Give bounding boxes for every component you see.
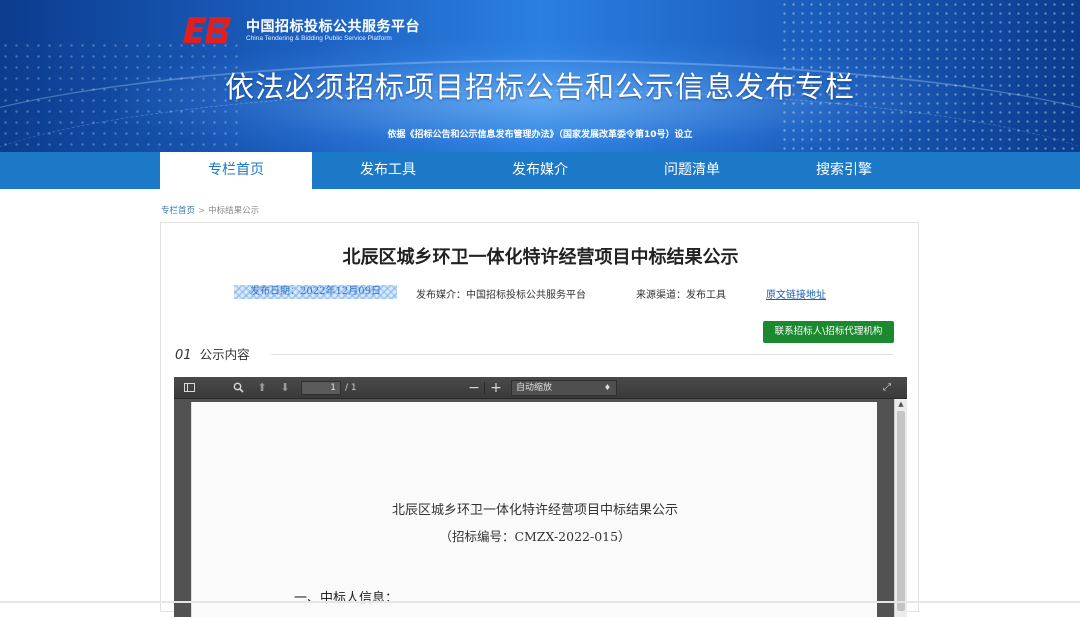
nav-item-publish-media[interactable]: 发布媒介 — [464, 152, 616, 189]
toolbar-divider — [484, 382, 485, 394]
pdf-page-title: 北辰区城乡环卫一体化特许经营项目中标结果公示 — [391, 503, 678, 518]
notice-title: 北辰区城乡环卫一体化特许经营项目中标结果公示 — [342, 247, 739, 268]
original-link[interactable]: 原文链接地址 — [766, 286, 826, 301]
notice-card: 北辰区城乡环卫一体化特许经营项目中标结果公示 发布日期：2022年12月09日 … — [160, 222, 920, 617]
pdf-toolbar: ⬆ ⬇ 1 / 1 − + 自动缩放 ♦ ⤢ — [174, 377, 907, 399]
fullscreen-icon[interactable]: ⤢ — [880, 377, 894, 399]
search-icon[interactable] — [231, 377, 245, 399]
zoom-out-icon[interactable]: − — [467, 377, 481, 399]
source-channel: 来源渠道：发布工具 — [636, 290, 726, 301]
banner-title: 依法必须招标项目招标公告和公示信息发布专栏 — [224, 70, 855, 104]
nav-item-search-engine[interactable]: 搜索引擎 — [768, 152, 920, 189]
banner-subtitle: 依据《招标公告和公示信息发布管理办法》（国家发展改革委令第10号）设立 — [387, 130, 693, 140]
platform-name-cn: 中国招标投标公共服务平台 — [246, 19, 420, 35]
publish-date: 发布日期：2022年12月09日 — [234, 285, 397, 299]
breadcrumb: 专栏首页 > 中标结果公示 — [161, 204, 259, 216]
section-divider — [271, 354, 893, 355]
zoom-select[interactable]: 自动缩放 ♦ — [511, 380, 617, 396]
breadcrumb-separator: > — [198, 206, 206, 216]
breadcrumb-home-link[interactable]: 专栏首页 — [161, 206, 195, 216]
section-label: 公示内容 — [199, 347, 250, 362]
pdf-scrollbar[interactable]: ▲ — [894, 399, 907, 617]
pdf-page-code: （招标编号：CMZX-2022-015） — [439, 529, 631, 544]
chevron-down-icon: ♦ — [603, 383, 611, 392]
section-number: 01 — [175, 348, 192, 363]
publish-media: 发布媒介：中国招标投标公共服务平台 — [416, 290, 586, 301]
platform-logo-icon[interactable] — [183, 14, 235, 46]
sidebar-toggle-icon[interactable] — [182, 377, 196, 399]
pdf-page-area[interactable]: 北辰区城乡环卫一体化特许经营项目中标结果公示 （招标编号：CMZX-2022-0… — [174, 399, 907, 617]
page-number-input[interactable]: 1 — [301, 381, 341, 395]
pdf-viewer: ⬆ ⬇ 1 / 1 − + 自动缩放 ♦ ⤢ 北辰区城乡环卫一体化特许经营项目中… — [174, 377, 907, 617]
zoom-select-value: 自动缩放 — [516, 383, 553, 393]
arrow-up-icon[interactable]: ⬆ — [255, 377, 269, 399]
scroll-up-icon[interactable]: ▲ — [895, 399, 907, 410]
nav-item-faq[interactable]: 问题清单 — [616, 152, 768, 189]
notice-meta: 发布日期：2022年12月09日 发布媒介：中国招标投标公共服务平台 来源渠道：… — [161, 285, 920, 301]
breadcrumb-current: 中标结果公示 — [208, 206, 260, 216]
platform-name-en: China Tendering & Bidding Public Service… — [246, 35, 392, 42]
pdf-page: 北辰区城乡环卫一体化特许经营项目中标结果公示 （招标编号：CMZX-2022-0… — [191, 402, 877, 617]
page-total: / 1 — [345, 383, 357, 393]
main-nav: 专栏首页 发布工具 发布媒介 问题清单 搜索引擎 — [0, 152, 1080, 189]
nav-item-publish-tools[interactable]: 发布工具 — [312, 152, 464, 189]
header-banner: 中国招标投标公共服务平台 China Tendering & Bidding P… — [0, 0, 1080, 152]
scrollbar-thumb[interactable] — [897, 411, 905, 611]
arrow-down-icon[interactable]: ⬇ — [278, 377, 292, 399]
contact-tenderer-button[interactable]: 联系招标人\招标代理机构 — [763, 321, 894, 343]
zoom-in-icon[interactable]: + — [489, 377, 503, 399]
section-heading: 01 公示内容 — [175, 344, 250, 363]
pdf-page-heading: 一、中标人信息： — [294, 591, 399, 606]
nav-item-home[interactable]: 专栏首页 — [160, 152, 312, 189]
